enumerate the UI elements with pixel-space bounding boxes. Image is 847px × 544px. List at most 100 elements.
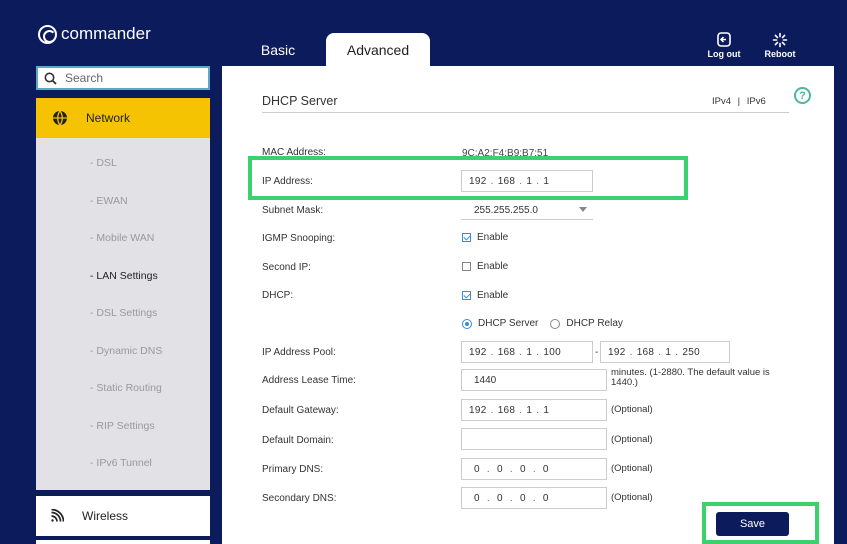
brand-name: commander	[61, 24, 151, 43]
top-bar: commander Basic Advanced Log out Reboot	[0, 0, 847, 66]
ip-pool-start-input[interactable]: 192. 168. 1. 100	[461, 341, 593, 363]
checkbox-checked-icon	[462, 233, 471, 242]
ip-dot: .	[536, 404, 540, 416]
ip-dot: .	[509, 492, 513, 504]
default-domain-input[interactable]	[461, 428, 607, 450]
sidebar-section-network[interactable]: Network	[36, 98, 210, 138]
search-placeholder: Search	[65, 71, 104, 85]
ip-octet: 1	[665, 346, 672, 358]
dhcp-checkbox[interactable]: Enable	[462, 290, 508, 301]
sidebar-item-lan-settings[interactable]: - LAN Settings	[90, 270, 158, 282]
default-gateway-input[interactable]: 192. 168. 1. 1	[461, 399, 607, 421]
checkbox-unchecked-icon	[462, 262, 471, 271]
ip-octet: 168	[497, 404, 516, 416]
sidebar-item-static-routing[interactable]: - Static Routing	[90, 382, 162, 394]
ipv4-link[interactable]: IPv4	[712, 96, 731, 107]
igmp-enable-text: Enable	[477, 232, 509, 243]
tab-basic[interactable]: Basic	[248, 33, 308, 66]
checkbox-checked-icon	[462, 291, 471, 300]
reboot-icon	[760, 32, 800, 48]
second-ip-label: Second IP:	[262, 262, 311, 273]
second-ip-enable-text: Enable	[477, 261, 509, 272]
globe-icon	[53, 110, 67, 126]
ip-dot: .	[536, 346, 540, 358]
ip-version-switch: IPv4 | IPv6	[712, 96, 766, 107]
search-icon	[44, 72, 57, 85]
dhcp-server-label: DHCP Server	[478, 318, 539, 329]
ip-octet: 1	[526, 346, 533, 358]
sidebar-item-dsl-settings[interactable]: - DSL Settings	[90, 307, 157, 319]
default-domain-label: Default Domain:	[262, 435, 334, 446]
second-ip-checkbox[interactable]: Enable	[462, 261, 508, 272]
ip-octet: 0	[496, 463, 503, 475]
dhcp-relay-radio[interactable]	[550, 318, 561, 329]
ip-dot: .	[519, 346, 523, 358]
ip-pool-dash: -	[595, 347, 599, 358]
ip-octet: 192	[608, 346, 626, 358]
reboot-button[interactable]: Reboot	[760, 32, 800, 59]
sidebar-item-dsl[interactable]: - DSL	[90, 157, 117, 169]
ip-dot: .	[658, 346, 662, 358]
sidebar-item-dynamic-dns[interactable]: - Dynamic DNS	[90, 345, 162, 357]
ip-pool-label: IP Address Pool:	[262, 347, 336, 358]
ip-octet: 0	[519, 492, 526, 504]
sdns-optional-text: (Optional)	[611, 492, 653, 503]
pdns-optional-text: (Optional)	[611, 463, 653, 474]
ip-octet: 192	[469, 346, 487, 358]
subnet-mask-label: Subnet Mask:	[262, 205, 324, 216]
domain-optional-text: (Optional)	[611, 434, 653, 445]
ip-octet: 0	[496, 492, 503, 504]
primary-dns-input[interactable]: 0. 0. 0. 0	[461, 458, 607, 480]
ip-octet: 0	[542, 492, 549, 504]
dhcp-mode-radio-group: DHCP Server DHCP Relay	[462, 318, 623, 329]
sidebar-item-rip-settings[interactable]: - RIP Settings	[90, 420, 155, 432]
ip-dot: .	[490, 346, 494, 358]
sidebar-item-ipv6-tunnel[interactable]: - IPv6 Tunnel	[90, 457, 152, 469]
ip-octet: 168	[636, 346, 655, 358]
ip-octet: 100	[543, 346, 561, 358]
sidebar-next-item	[36, 540, 210, 544]
logout-button[interactable]: Log out	[704, 32, 744, 59]
sidebar-item-mobile-wan[interactable]: - Mobile WAN	[90, 232, 154, 244]
ip-octet: 0	[474, 492, 480, 504]
igmp-snooping-label: IGMP Snooping:	[262, 233, 336, 244]
logout-label: Log out	[707, 49, 741, 59]
ip-pool-end-input[interactable]: 192. 168. 1. 250	[600, 341, 730, 363]
search-input[interactable]: Search	[36, 66, 210, 90]
subnet-mask-value: 255.255.255.0	[474, 204, 538, 216]
chevron-down-icon	[579, 207, 587, 212]
ip-dot: .	[519, 404, 523, 416]
sidebar-section-label: Network	[86, 111, 131, 125]
subnet-mask-select[interactable]: 255.255.255.0	[461, 201, 593, 220]
tab-advanced[interactable]: Advanced	[326, 33, 430, 66]
title-divider	[262, 112, 789, 113]
ip-version-separator: |	[737, 96, 741, 107]
ip-octet: 1	[543, 404, 550, 416]
page-title: DHCP Server	[262, 94, 338, 108]
ip-dot: .	[532, 492, 536, 504]
logo-icon	[38, 24, 57, 44]
help-icon[interactable]: ?	[794, 87, 811, 104]
ip-dot: .	[675, 346, 679, 358]
save-highlight	[702, 502, 819, 544]
secondary-dns-label: Secondary DNS:	[262, 493, 337, 504]
dhcp-relay-label: DHCP Relay	[566, 318, 623, 329]
ip-dot: .	[486, 463, 490, 475]
logout-icon	[704, 32, 744, 48]
secondary-dns-input[interactable]: 0. 0. 0. 0	[461, 487, 607, 509]
sidebar-section-wireless[interactable]: Wireless	[36, 496, 210, 536]
ip-octet: 168	[497, 346, 516, 358]
ip-dot: .	[490, 404, 494, 416]
ip-octet: 0	[519, 463, 526, 475]
lease-time-label: Address Lease Time:	[262, 375, 356, 386]
ip-address-highlight	[248, 156, 688, 200]
gateway-optional-text: (Optional)	[611, 404, 653, 415]
dhcp-server-radio[interactable]	[462, 318, 472, 329]
igmp-snooping-checkbox[interactable]: Enable	[462, 232, 508, 243]
ip-octet: 250	[682, 346, 700, 358]
sidebar-item-ewan[interactable]: - EWAN	[90, 195, 128, 207]
wifi-icon	[51, 509, 64, 522]
lease-time-input[interactable]: 1440	[461, 369, 607, 391]
ipv6-link[interactable]: IPv6	[747, 96, 766, 107]
ip-octet: 0	[542, 463, 549, 475]
